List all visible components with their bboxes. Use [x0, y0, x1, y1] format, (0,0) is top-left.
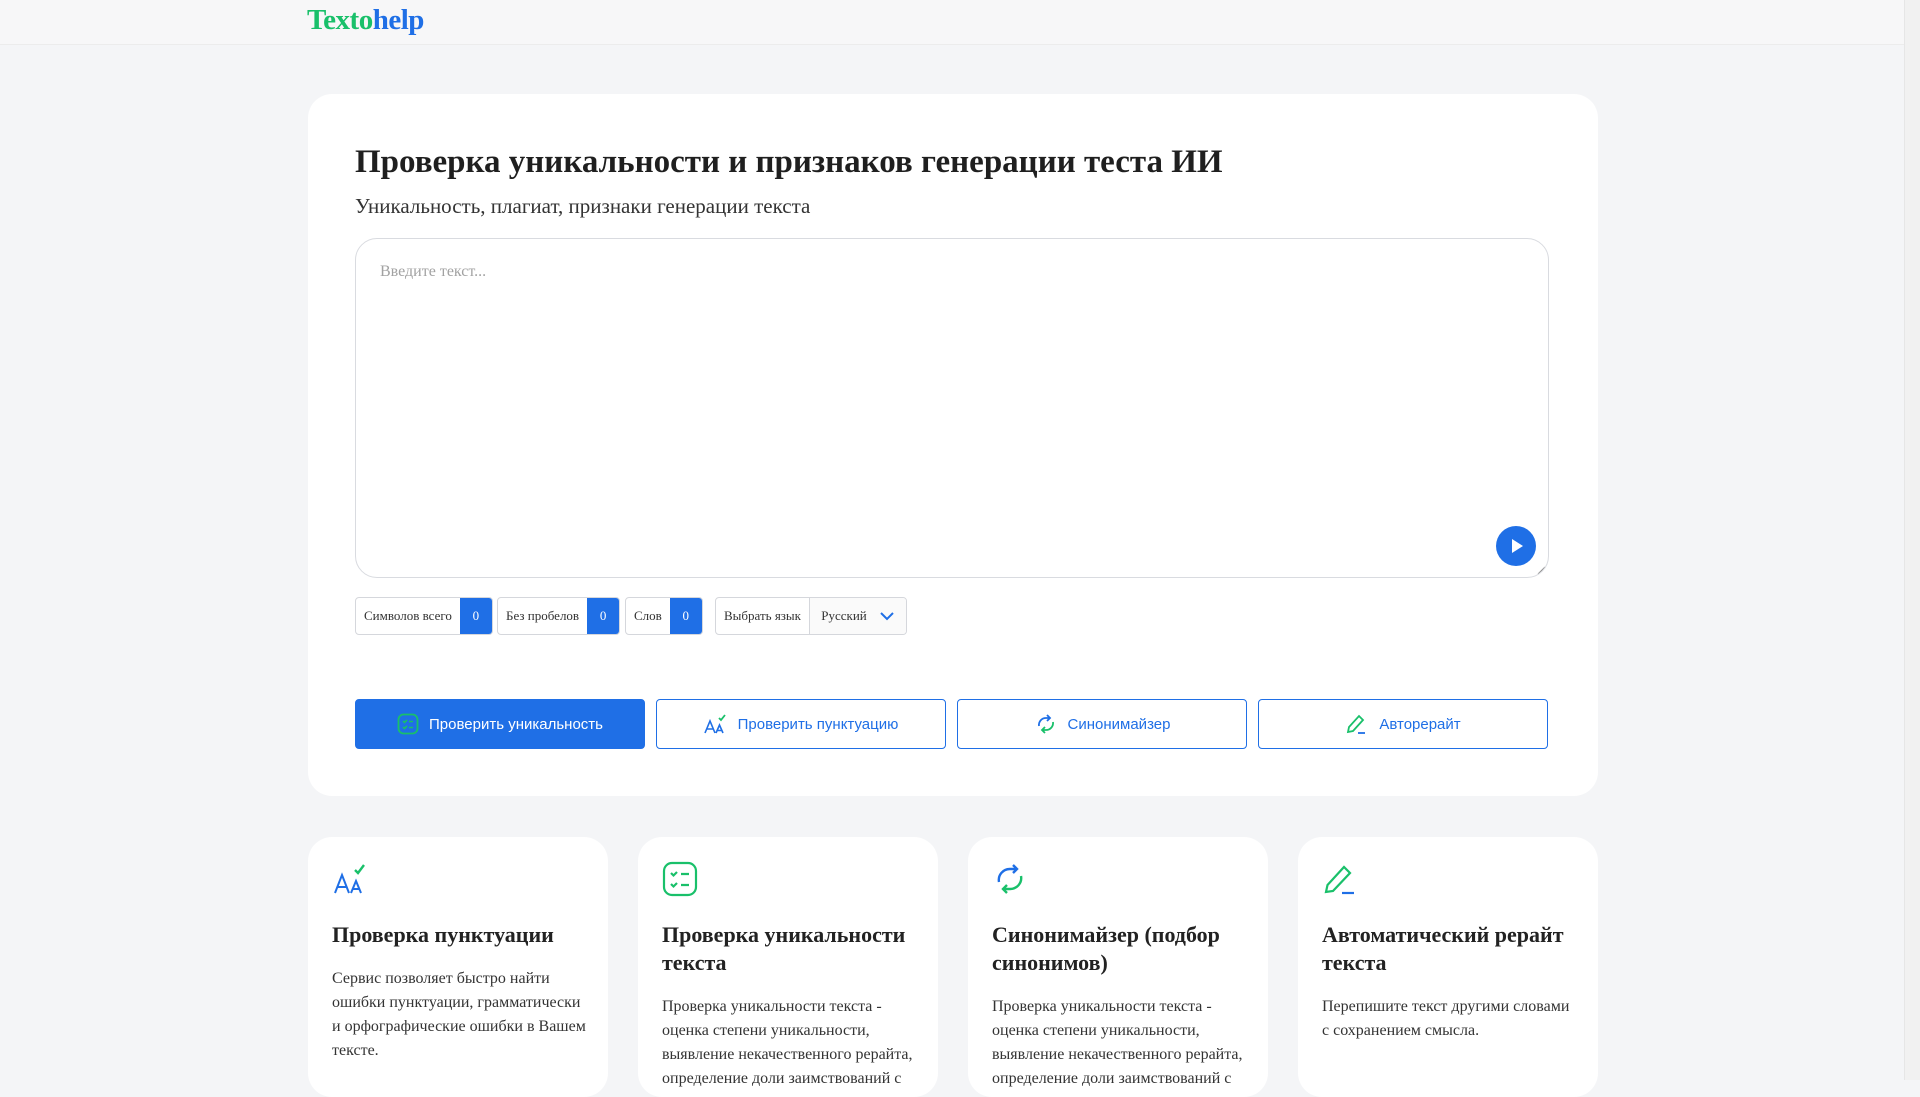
- logo-part-1: Texto: [307, 4, 373, 36]
- refresh-arrows-icon: [1037, 714, 1054, 734]
- button-label: Проверить пунктуацию: [737, 715, 899, 733]
- language-label: Выбрать язык: [716, 598, 810, 634]
- counter-label: Без пробелов: [506, 608, 580, 623]
- logo[interactable]: Textohelp: [307, 4, 424, 37]
- refresh-arrows-icon: [997, 864, 1023, 894]
- checklist-icon: [397, 713, 419, 735]
- check-punctuation-button[interactable]: Проверить пунктуацию: [656, 699, 946, 749]
- feature-title: Автоматический рерайт текста: [1322, 922, 1564, 975]
- counter-value: 0: [587, 598, 620, 634]
- feature-title: Проверка уникальности текста: [662, 922, 906, 975]
- feature-card-autorewrite[interactable]: Автоматический рерайт текста Перепишите …: [1298, 837, 1598, 1097]
- check-uniqueness-button[interactable]: Проверить уникальность: [355, 699, 645, 749]
- feature-card-synonymizer[interactable]: Синонимайзер (подбор синонимов) Проверка…: [968, 837, 1268, 1097]
- checklist-icon: [662, 861, 698, 897]
- feature-card-uniqueness[interactable]: Проверка уникальности текста Проверка ун…: [638, 837, 938, 1097]
- button-label: Авторерайт: [1379, 715, 1461, 733]
- spellcheck-icon: [703, 714, 726, 734]
- autorewrite-button[interactable]: Авторерайт: [1258, 699, 1548, 749]
- page-title: Проверка уникальности и признаков генера…: [355, 144, 1223, 180]
- button-label: Проверить уникальность: [429, 715, 603, 733]
- counter-value: 0: [669, 598, 702, 634]
- play-button[interactable]: [1496, 526, 1536, 566]
- spellcheck-icon: [334, 864, 365, 894]
- logo-part-2: help: [372, 4, 425, 36]
- text-editor: [355, 238, 1549, 578]
- counter-value: 0: [459, 598, 492, 634]
- page-scrollbar[interactable]: [1904, 0, 1920, 1080]
- pencil-icon: [1347, 714, 1366, 734]
- feature-card-punctuation[interactable]: Проверка пунктуации Сервис позволяет быс…: [308, 837, 608, 1097]
- language-selected: Русский: [821, 608, 867, 623]
- counter-total-chars: Символов всего 0: [355, 597, 493, 635]
- feature-text: Проверка уникальности текста - оценка ст…: [662, 998, 913, 1087]
- resize-handle-icon[interactable]: [1536, 565, 1546, 575]
- feature-text: Проверка уникальности текста - оценка ст…: [992, 998, 1243, 1087]
- feature-text: Перепишите текст другими словами с сохра…: [1322, 998, 1570, 1039]
- chevron-down-icon: [880, 612, 894, 621]
- language-dropdown[interactable]: Русский: [809, 598, 906, 634]
- feature-title: Синонимайзер (подбор синонимов): [992, 922, 1220, 975]
- counter-label: Символов всего: [364, 608, 452, 623]
- counter-words: Слов 0: [625, 597, 703, 635]
- play-icon: [1512, 539, 1523, 553]
- counter-label: Слов: [634, 608, 662, 623]
- top-bar: Textohelp: [0, 0, 1905, 45]
- checker-card: Проверка уникальности и признаков генера…: [308, 94, 1598, 796]
- text-input[interactable]: [356, 239, 1548, 577]
- feature-title: Проверка пунктуации: [332, 922, 554, 947]
- language-selector[interactable]: Выбрать язык Русский: [715, 597, 907, 635]
- feature-text: Сервис позволяет быстро найти ошибки пун…: [332, 970, 586, 1059]
- counter-no-spaces: Без пробелов 0: [497, 597, 621, 635]
- button-label: Синонимайзер: [1067, 715, 1171, 733]
- synonymizer-button[interactable]: Синонимайзер: [957, 699, 1247, 749]
- page-subtitle: Уникальность, плагиат, признаки генераци…: [355, 194, 811, 218]
- pencil-icon: [1324, 865, 1354, 895]
